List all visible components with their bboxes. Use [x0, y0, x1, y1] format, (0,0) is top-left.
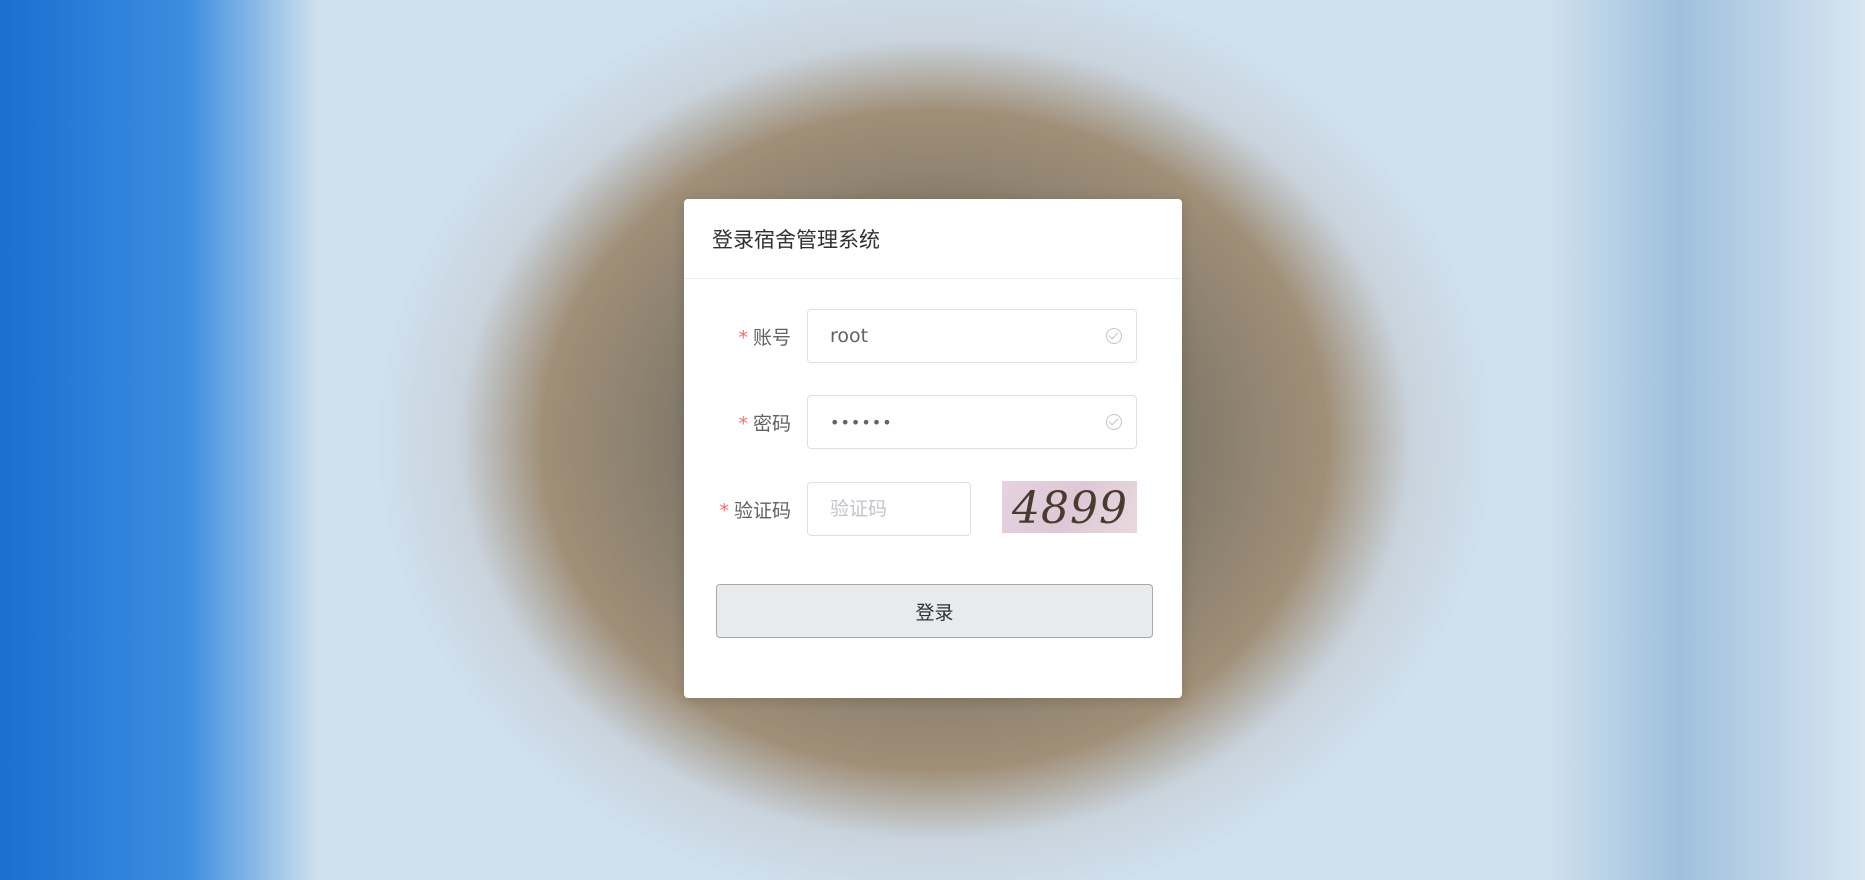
captcha-image[interactable]: 4899: [1002, 481, 1137, 533]
account-input-wrapper: [807, 309, 1137, 363]
account-label: * 账号: [684, 323, 807, 350]
login-card: 登录宿舍管理系统 *账号 *密码 •••••• *验证码 4899 登录: [684, 199, 1182, 698]
required-mark: *: [738, 412, 748, 435]
captcha-image-text: 4899: [1012, 483, 1128, 533]
password-row: * 密码 ••••••: [684, 395, 1137, 449]
account-input[interactable]: [830, 325, 1114, 347]
required-mark: *: [738, 326, 748, 349]
captcha-input[interactable]: [830, 498, 948, 520]
account-row: * 账号: [684, 309, 1137, 363]
account-label-text: 账号: [752, 326, 791, 349]
required-mark: *: [719, 499, 729, 522]
password-input[interactable]: ••••••: [830, 413, 1114, 432]
check-circle-icon: [1106, 414, 1122, 430]
captcha-label-text: 验证码: [733, 499, 791, 522]
captcha-label: * 验证码: [684, 496, 807, 523]
password-input-wrapper: ••••••: [807, 395, 1137, 449]
captcha-input-wrapper: [807, 482, 971, 536]
check-circle-icon: [1106, 328, 1122, 344]
login-title: 登录宿舍管理系统: [684, 199, 1182, 279]
password-label: * 密码: [684, 409, 807, 436]
captcha-row: * 验证码: [684, 482, 971, 536]
password-label-text: 密码: [752, 412, 791, 435]
login-button[interactable]: 登录: [716, 584, 1153, 638]
